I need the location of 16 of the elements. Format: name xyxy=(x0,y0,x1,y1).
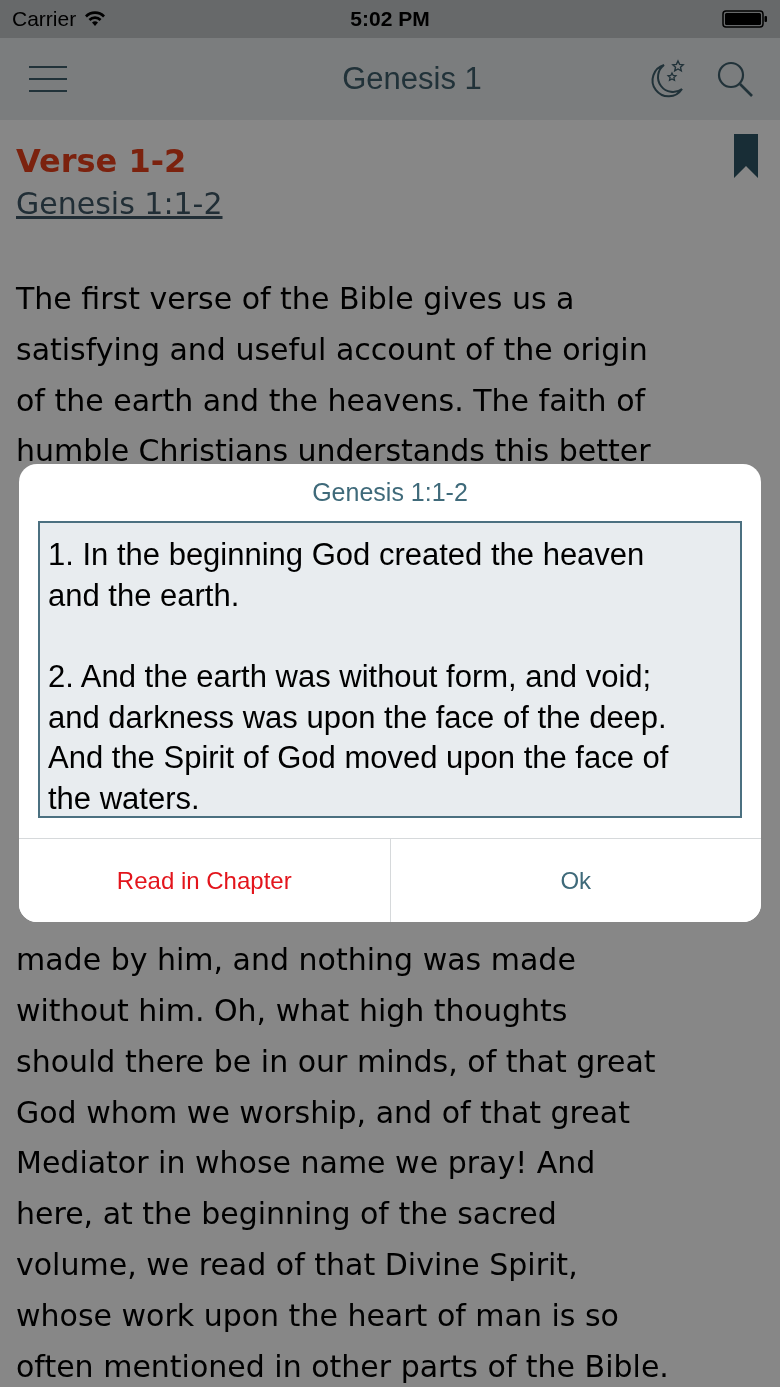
wifi-icon xyxy=(84,11,107,27)
dialog-title: Genesis 1:1-2 xyxy=(311,477,469,508)
menu-icon[interactable] xyxy=(28,65,68,93)
reference-link[interactable]: Genesis 1:1-2 xyxy=(16,184,223,224)
carrier-name: Carrier xyxy=(12,7,77,31)
verse-text: 1. In the beginning God created the heaven and the earth. xyxy=(48,536,646,615)
verse-heading: Verse 1-2 xyxy=(16,141,187,182)
screen-title: Genesis 1 xyxy=(342,61,482,97)
dialog-button[interactable]: Ok xyxy=(389,839,761,922)
battery-icon xyxy=(722,9,768,29)
commentary-text: made by him, and nothing was made without him. Oh, what high thoughts should there be in our minds, of that great God whom we worship, and of that great Mediator in whose name we pray! And here, at the beginning of the sacred volume, we read of that Divine Spirit, whose work upon the heart of man is so often mentioned in other parts of the Bible. xyxy=(16,941,670,1386)
commentary-text: The first verse of the Bible gives us a satisfying and useful account of the origin of the earth and the heavens. The faith of humble Christians understands this better xyxy=(16,280,652,471)
clock-time: 5:02 PM xyxy=(350,7,430,31)
search-icon[interactable] xyxy=(716,60,754,98)
verse-text: 2. And the earth was without form, and void; and darkness was upon the face of the deep. And the Spirit of God moved upon the face of the waters. xyxy=(48,658,670,818)
bookmark-icon[interactable] xyxy=(734,134,758,178)
